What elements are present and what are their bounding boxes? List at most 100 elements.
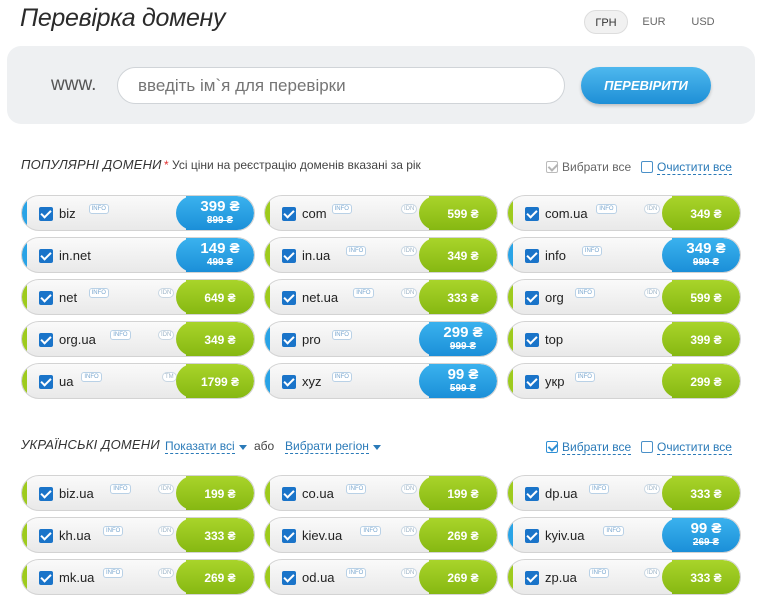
ukrainian-select-all[interactable]: Вибрати все [546, 440, 632, 455]
domain-option[interactable]: kh.ua INFO IDN 333 ₴ [21, 517, 255, 553]
domain-option[interactable]: biz.ua INFO IDN 199 ₴ [21, 475, 255, 511]
info-badge[interactable]: INFO [103, 568, 124, 578]
check-button[interactable]: ПЕРЕВІРИТИ [581, 67, 711, 104]
note-asterisk: * [164, 158, 169, 172]
domain-option[interactable]: dp.ua INFO IDN 333 ₴ [507, 475, 741, 511]
domain-checkbox[interactable] [525, 249, 539, 263]
domain-option[interactable]: net.ua INFO IDN 333 ₴ [264, 279, 498, 315]
info-badge[interactable]: INFO [346, 246, 367, 256]
info-badge[interactable]: INFO [346, 484, 367, 494]
domain-checkbox[interactable] [39, 207, 53, 221]
domain-checkbox[interactable] [282, 529, 296, 543]
info-badge[interactable]: INFO [589, 484, 610, 494]
domain-option[interactable]: co.ua INFO IDN 199 ₴ [264, 475, 498, 511]
domain-zone: com.ua [545, 206, 588, 221]
idn-badge: IDN [644, 288, 661, 298]
domain-option[interactable]: pro INFO 299 ₴ 999 ₴ [264, 321, 498, 357]
accent-stripe [22, 238, 27, 272]
currency-eur[interactable]: EUR [634, 10, 674, 34]
domain-option[interactable]: mk.ua INFO IDN 269 ₴ [21, 559, 255, 595]
price-block: 333 ₴ [176, 518, 254, 552]
info-badge[interactable]: INFO [596, 204, 617, 214]
domain-option[interactable]: biz INFO 399 ₴ 899 ₴ [21, 195, 255, 231]
domain-option[interactable]: in.ua INFO IDN 349 ₴ [264, 237, 498, 273]
domain-option[interactable]: ua INFO TM 1799 ₴ [21, 363, 255, 399]
ukrainian-select-all-label: Вибрати все [562, 440, 632, 455]
domain-checkbox[interactable] [39, 291, 53, 305]
domain-checkbox[interactable] [39, 487, 53, 501]
domain-checkbox[interactable] [525, 375, 539, 389]
domain-option[interactable]: od.ua INFO IDN 269 ₴ [264, 559, 498, 595]
popular-clear-all[interactable]: Очистити все [641, 160, 732, 175]
domain-checkbox[interactable] [282, 207, 296, 221]
currency-usd[interactable]: USD [682, 10, 724, 34]
domain-option[interactable]: in.net 149 ₴ 499 ₴ [21, 237, 255, 273]
info-badge[interactable]: INFO [88, 288, 109, 298]
domain-checkbox[interactable] [525, 529, 539, 543]
currency-uah[interactable]: ГРН [584, 10, 628, 34]
info-badge[interactable]: INFO [81, 372, 102, 382]
info-badge[interactable]: INFO [581, 246, 603, 256]
domain-option[interactable]: zp.ua INFO IDN 333 ₴ [507, 559, 741, 595]
price-block: 333 ₴ [662, 560, 740, 594]
info-badge[interactable]: INFO [574, 372, 595, 382]
domain-checkbox[interactable] [39, 375, 53, 389]
domain-checkbox[interactable] [39, 529, 53, 543]
info-badge[interactable]: INFO [331, 372, 352, 382]
domain-option[interactable]: net INFO IDN 649 ₴ [21, 279, 255, 315]
domain-checkbox[interactable] [525, 207, 539, 221]
popular-clear-all-label: Очистити все [657, 160, 732, 175]
domain-search-input[interactable] [117, 67, 565, 104]
domain-option[interactable]: info INFO 349 ₴ 999 ₴ [507, 237, 741, 273]
info-badge[interactable]: INFO [353, 288, 374, 298]
price-block: 649 ₴ [176, 280, 254, 314]
info-badge[interactable]: INFO [331, 204, 352, 214]
domain-checkbox[interactable] [282, 375, 296, 389]
domain-option[interactable]: org INFO IDN 599 ₴ [507, 279, 741, 315]
info-badge[interactable]: INFO [360, 526, 381, 536]
domain-checkbox[interactable] [282, 487, 296, 501]
domain-zone: top [545, 332, 564, 347]
domain-option[interactable]: xyz INFO 99 ₴ 599 ₴ [264, 363, 498, 399]
domain-zone: biz [59, 206, 76, 221]
domain-option[interactable]: com.ua INFO IDN 349 ₴ [507, 195, 741, 231]
price-block: 149 ₴ 499 ₴ [176, 238, 254, 272]
ukrainian-clear-all[interactable]: Очистити все [641, 440, 732, 455]
chevron-down-icon[interactable] [373, 445, 381, 450]
domain-option[interactable]: org.ua INFO IDN 349 ₴ [21, 321, 255, 357]
info-badge[interactable]: INFO [103, 526, 124, 536]
domain-option[interactable]: com INFO IDN 599 ₴ [264, 195, 498, 231]
price-block: 349 ₴ [662, 196, 740, 230]
domain-option[interactable]: укр INFO 299 ₴ [507, 363, 741, 399]
domain-option[interactable]: kiev.ua INFO IDN 269 ₴ [264, 517, 498, 553]
choose-region-link[interactable]: Вибрати регіон [285, 439, 369, 454]
domain-option[interactable]: kyiv.ua INFO 99 ₴ 269 ₴ [507, 517, 741, 553]
domain-checkbox[interactable] [39, 249, 53, 263]
domain-zone: pro [302, 332, 321, 347]
domain-checkbox[interactable] [282, 249, 296, 263]
popular-select-all[interactable]: Вибрати все [546, 160, 631, 174]
price-block: 269 ₴ [419, 518, 497, 552]
domain-checkbox[interactable] [525, 291, 539, 305]
info-badge[interactable]: INFO [88, 204, 109, 214]
domain-checkbox[interactable] [525, 487, 539, 501]
info-badge[interactable]: INFO [331, 330, 352, 340]
info-badge[interactable]: INFO [110, 484, 131, 494]
domain-checkbox[interactable] [525, 571, 539, 585]
info-badge[interactable]: INFO [574, 288, 595, 298]
info-badge[interactable]: INFO [346, 568, 367, 578]
info-badge[interactable]: INFO [589, 568, 610, 578]
domain-checkbox[interactable] [39, 333, 53, 347]
accent-stripe [22, 280, 27, 314]
domain-checkbox[interactable] [282, 333, 296, 347]
domain-option[interactable]: top 399 ₴ [507, 321, 741, 357]
domain-checkbox[interactable] [282, 571, 296, 585]
popular-domains-grid: biz INFO 399 ₴ 899 ₴ com INFO IDN 599 ₴ com.ua IN… [21, 195, 741, 400]
info-badge[interactable]: INFO [110, 330, 131, 340]
show-all-link[interactable]: Показати всі [165, 439, 235, 454]
chevron-down-icon[interactable] [239, 445, 247, 450]
domain-checkbox[interactable] [39, 571, 53, 585]
info-badge[interactable]: INFO [603, 526, 624, 536]
domain-checkbox[interactable] [525, 333, 539, 347]
domain-checkbox[interactable] [282, 291, 296, 305]
